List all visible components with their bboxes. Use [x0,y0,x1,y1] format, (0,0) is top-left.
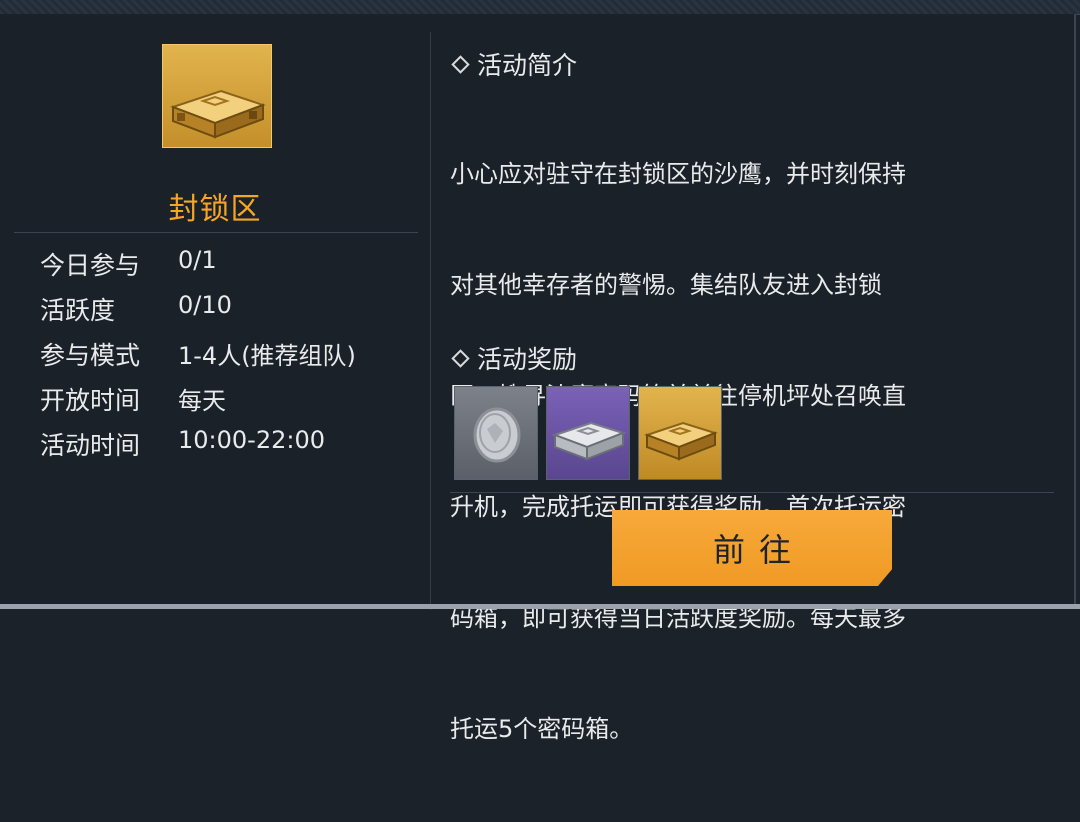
divider [450,492,1054,493]
intro-line: 托运5个密码箱。 [450,715,634,743]
rewards-heading-text: 活动奖励 [477,345,578,374]
info-value: 10:00-22:00 [178,426,325,454]
top-decor-strip [0,0,1080,15]
bottom-bar [0,604,1080,609]
silver-coin-icon [473,407,521,463]
reward-slot-coin[interactable] [454,386,538,480]
gold-supply-crate-icon [162,44,272,148]
activity-details: 活动简介 小心应对驻守在封锁区的沙鹰，并时刻保持 对其他幸存者的警惕。集结队友进… [432,28,1072,743]
divider [14,232,418,233]
go-button[interactable]: 前往 [612,510,892,586]
go-button-label: 前往 [712,531,805,569]
activity-summary: 封锁区 今日参与 0/1 活跃度 0/10 参与模式 1-4人(推荐组队) 开放… [10,32,431,610]
reward-slot-gold-crate[interactable] [638,386,722,480]
info-label: 今日参与 [40,251,141,280]
info-value: 每天 [178,387,226,415]
info-value: 0/10 [178,291,232,319]
diamond-icon [451,348,470,368]
activity-title: 封锁区 [168,192,262,227]
diamond-icon [451,54,470,74]
intro-line: 区，搜寻沙鹰密码箱并前往停机坪处召唤直 [450,378,1050,415]
info-label: 参与模式 [40,341,141,370]
intro-heading-text: 活动简介 [477,51,578,80]
intro-heading: 活动简介 [451,46,578,82]
info-value: 0/1 [178,246,217,274]
silver-crate-icon [552,421,627,461]
info-label: 开放时间 [40,386,141,415]
info-value: 1-4人(推荐组队) [178,342,356,370]
intro-line: 小心应对驻守在封锁区的沙鹰，并时刻保持 [450,160,906,188]
info-label: 活跃度 [40,296,116,325]
activity-panel: 封锁区 今日参与 0/1 活跃度 0/10 参与模式 1-4人(推荐组队) 开放… [0,14,1076,743]
intro-description: 小心应对驻守在封锁区的沙鹰，并时刻保持 对其他幸存者的警惕。集结队友进入封锁 区… [450,82,1050,822]
rewards-heading: 活动奖励 [451,340,578,376]
gold-crate-icon [644,421,719,461]
intro-line: 对其他幸存者的警惕。集结队友进入封锁 [450,271,882,299]
reward-slot-silver-crate[interactable] [546,386,630,480]
info-label: 活动时间 [40,431,141,460]
